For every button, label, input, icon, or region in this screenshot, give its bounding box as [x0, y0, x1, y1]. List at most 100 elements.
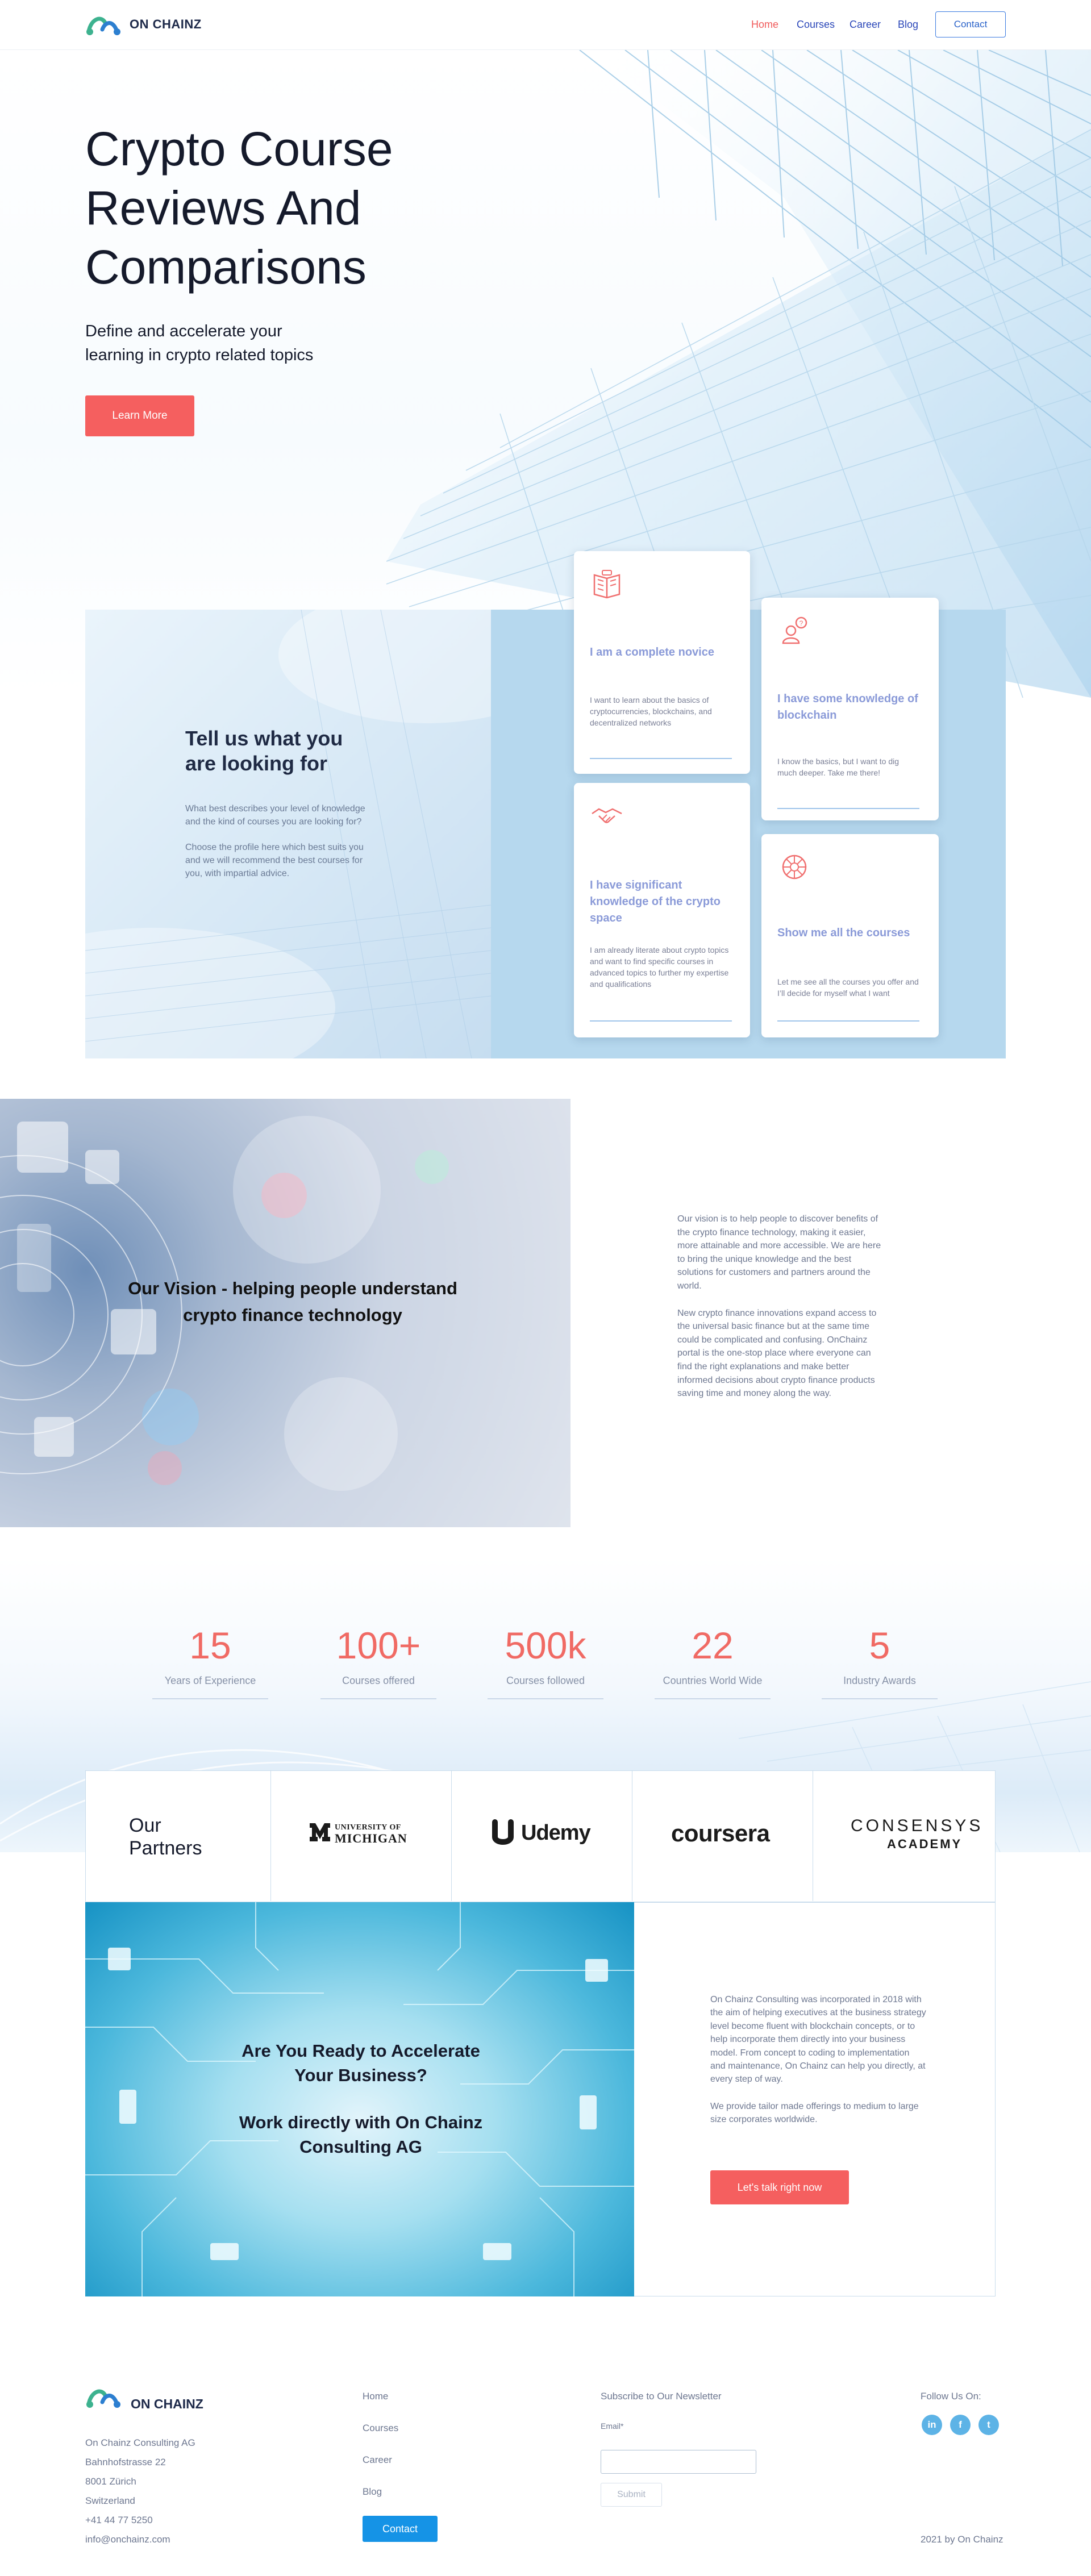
card-underline: [590, 1020, 732, 1022]
nav-courses[interactable]: Courses: [797, 19, 835, 31]
card-text: I am already literate about crypto topic…: [590, 945, 729, 989]
coursera-logo-text: coursera: [671, 1820, 770, 1846]
card-title: I have some knowledge of blockchain: [777, 693, 918, 722]
nav-career[interactable]: Career: [850, 19, 881, 31]
footer-phone[interactable]: +41 44 77 5250: [85, 2515, 153, 2526]
partners-title-line: Partners: [129, 1837, 202, 1859]
profiles-description: What best describes your level of knowle…: [185, 802, 373, 880]
udemy-logo-text: Udemy: [521, 1821, 591, 1845]
footer-link-courses[interactable]: Courses: [363, 2423, 398, 2434]
profiles-paragraph: What best describes your level of knowle…: [185, 804, 365, 827]
consulting-description: On Chainz Consulting was incorporated in…: [710, 1993, 926, 2127]
michigan-logo-bottom: MICHIGAN: [335, 1831, 407, 1845]
stat-label: Countries World Wide: [663, 1675, 763, 1686]
card-underline: [590, 758, 732, 759]
vision-description: Our vision is to help people to discover…: [677, 1212, 882, 1400]
hero-title-line: Reviews And: [85, 181, 361, 235]
stat-value: 100+: [336, 1624, 421, 1666]
twitter-icon[interactable]: t: [978, 2415, 999, 2435]
partner-michigan[interactable]: UNIVERSITY OF MICHIGAN: [271, 1771, 452, 1901]
card-text: I want to learn about the basics of cryp…: [590, 695, 712, 727]
profile-card-novice[interactable]: I am a complete novice I want to learn a…: [574, 551, 750, 774]
partner-consensys[interactable]: CONSENSYS ACADEMY: [813, 1771, 996, 1901]
stat-countries: 22 Countries World Wide: [655, 1623, 771, 1699]
partners-title: Our Partners: [129, 1814, 202, 1860]
card-title: I am a complete novice: [590, 646, 714, 658]
stat-value: 5: [869, 1624, 890, 1666]
nav-contact-button[interactable]: Contact: [935, 11, 1006, 37]
nav-blog[interactable]: Blog: [898, 19, 918, 31]
profile-card-all-courses[interactable]: Show me all the courses Let me see all t…: [761, 834, 939, 1037]
footer-logo-icon[interactable]: [85, 2385, 120, 2409]
vision-paragraph: New crypto finance innovations expand ac…: [677, 1308, 877, 1399]
person-question-icon: ?: [782, 616, 807, 644]
stat-courses-offered: 100+ Courses offered: [320, 1623, 436, 1699]
follow-title: Follow Us On:: [921, 2391, 981, 2402]
onchainz-logo-icon[interactable]: [85, 12, 120, 36]
consensys-logo-bottom: ACADEMY: [887, 1837, 963, 1851]
top-navbar: ON CHAINZ Home Courses Career Blog Conta…: [0, 0, 1091, 50]
consulting-paragraph: On Chainz Consulting was incorporated in…: [710, 1995, 926, 2085]
svg-text:?: ?: [799, 619, 803, 627]
consulting-title-line: Are You Ready to Accelerate: [241, 2041, 480, 2061]
stat-underline: [655, 1698, 771, 1699]
consulting-paragraph: We provide tailor made offerings to medi…: [710, 2101, 919, 2125]
stat-value: 22: [692, 1624, 734, 1666]
stat-underline: [152, 1698, 268, 1699]
vision-title: Our Vision - helping people understand c…: [114, 1275, 472, 1328]
card-text: I know the basics, but I want to dig muc…: [777, 757, 900, 777]
consulting-title-line: Consulting AG: [299, 2137, 422, 2157]
vision-paragraph: Our vision is to help people to discover…: [677, 1214, 881, 1291]
consensys-logo-top: CONSENSYS: [851, 1816, 984, 1835]
footer-brand[interactable]: ON CHAINZ: [131, 2396, 203, 2412]
stat-years: 15 Years of Experience: [152, 1623, 268, 1699]
network-icon: [782, 855, 807, 879]
michigan-m-icon: [310, 1823, 330, 1841]
hero-subtitle-line: Define and accelerate your: [85, 322, 282, 340]
stat-awards: 5 Industry Awards: [822, 1623, 938, 1699]
stat-value: 15: [189, 1624, 231, 1666]
lets-talk-button[interactable]: Let's talk right now: [710, 2170, 849, 2204]
partners-title-cell: Our Partners: [86, 1771, 271, 1901]
profiles-title: Tell us what you are looking for: [185, 726, 378, 776]
handshake-icon: [592, 808, 622, 823]
footer-link-blog[interactable]: Blog: [363, 2486, 382, 2498]
hero-title: Crypto Course Reviews And Comparisons: [85, 119, 517, 297]
linkedin-icon[interactable]: in: [922, 2415, 942, 2435]
consulting-title: Are You Ready to Accelerate Your Busines…: [216, 2039, 506, 2159]
profile-card-significant-knowledge[interactable]: I have significant knowledge of the cryp…: [574, 783, 750, 1037]
footer-email-link[interactable]: info@onchainz.com: [85, 2534, 170, 2545]
hero-title-line: Crypto Course: [85, 122, 393, 176]
partners-strip: Our Partners UNIVERSITY OF MICHIGAN Udem…: [85, 1770, 996, 1902]
udemy-u-icon: [492, 1819, 514, 1845]
partner-udemy[interactable]: Udemy: [452, 1771, 632, 1901]
vision-title-line: Our Vision - helping people understand: [128, 1278, 457, 1298]
profiles-title-line: Tell us what you: [185, 727, 343, 750]
hero-subtitle: Define and accelerate your learning in c…: [85, 319, 381, 367]
newsletter-title: Subscribe to Our Newsletter: [601, 2391, 722, 2402]
profile-card-some-knowledge[interactable]: ? I have some knowledge of blockchain I …: [761, 598, 939, 820]
hero-subtitle-line: learning in crypto related topics: [85, 346, 314, 364]
stat-underline: [822, 1698, 938, 1699]
stat-label: Years of Experience: [164, 1675, 256, 1686]
facebook-icon[interactable]: f: [950, 2415, 971, 2435]
stat-courses-followed: 500k Courses followed: [488, 1623, 603, 1699]
card-underline: [777, 808, 919, 809]
footer-street: Bahnhofstrasse 22: [85, 2457, 166, 2467]
vision-title-line: crypto finance technology: [183, 1305, 402, 1325]
partner-coursera[interactable]: coursera: [632, 1771, 813, 1901]
brand-name[interactable]: ON CHAINZ: [130, 17, 202, 32]
stat-value: 500k: [505, 1624, 586, 1666]
card-underline: [777, 1020, 919, 1022]
stat-label: Industry Awards: [843, 1675, 916, 1686]
footer-link-home[interactable]: Home: [363, 2391, 388, 2402]
newsletter-email-input[interactable]: [601, 2450, 756, 2474]
footer-link-career[interactable]: Career: [363, 2454, 392, 2466]
stat-underline: [488, 1698, 603, 1699]
learn-more-button[interactable]: Learn More: [85, 395, 194, 436]
footer-contact-button[interactable]: Contact: [363, 2516, 438, 2542]
newsletter-submit-button[interactable]: Submit: [601, 2483, 662, 2507]
nav-home[interactable]: Home: [751, 19, 778, 31]
profiles-title-line: are looking for: [185, 752, 328, 775]
stat-label: Courses followed: [506, 1675, 585, 1686]
